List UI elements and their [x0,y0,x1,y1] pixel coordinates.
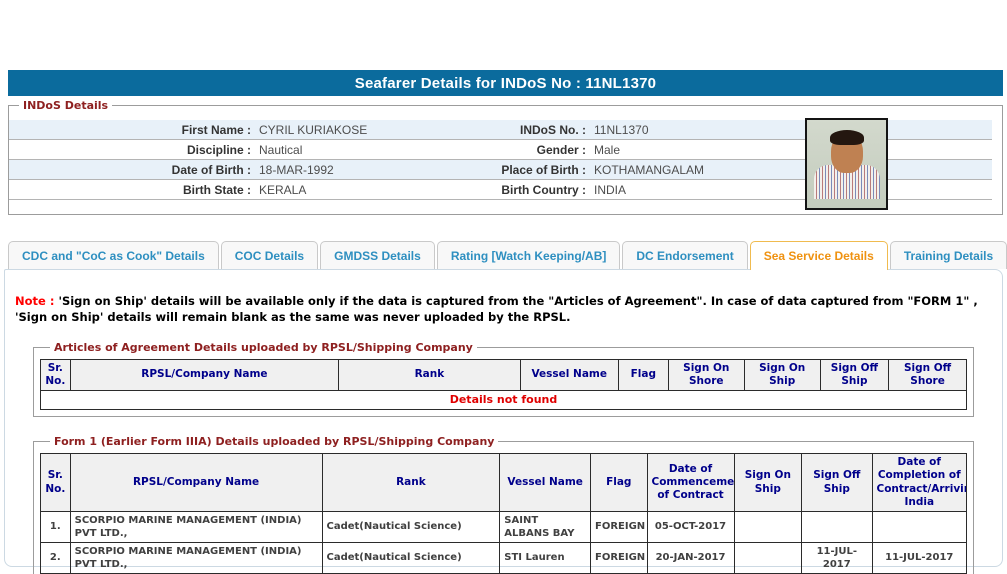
table-row: 2. SCORPIO MARINE MANAGEMENT (INDIA) PVT … [40,541,967,574]
column-header: Rank [321,453,501,512]
photo-hair [829,130,864,145]
field-value: Male [594,142,621,157]
articles-table-head: Sr. No. RPSL/Company Name Rank Vessel Name F… [40,358,967,391]
column-header: RPSL/Company Name [69,453,323,512]
cell [871,510,967,543]
note-text: Note : 'Sign on Ship' details will be av… [15,294,992,326]
field-value: 18-MAR-1992 [259,162,334,177]
cell: 11-JUL-2017 [801,541,873,574]
field-label: Birth State : [182,182,251,197]
tab-rating-watch-keeping-ab[interactable]: Rating [Watch Keeping/AB] [436,241,621,269]
field-value: KERALA [259,182,307,197]
field-value: KOTHAMANGALAM [594,162,705,177]
cell: FOREIGN [590,510,648,543]
cell: SCORPIO MARINE MANAGEMENT (INDIA) PVT LT… [69,541,323,574]
column-header: RPSL/Company Name [69,358,340,391]
cell: 2. [40,541,71,574]
column-header: Flag [617,358,669,391]
articles-of-agreement-table: Sr. No. RPSL/Company Name Rank Vessel Name F… [40,358,967,411]
field-label: Discipline : [186,142,251,157]
cell: SAINT ALBANS BAY [499,510,592,543]
column-header: Sign On Ship [743,358,821,391]
column-header: Sign Off Ship [819,358,890,391]
form1-table: Sr. No. RPSL/Company Name Rank Vessel Name F… [40,453,967,574]
form1-table-head: Sr. No. RPSL/Company Name Rank Vessel Name F… [40,453,967,512]
header-row: Sr. No. RPSL/Company Name Rank Vessel Name F… [40,453,967,512]
note-prefix-label: Note : [15,294,59,308]
indos-details-legend: INDoS Details [23,99,109,112]
column-header: Date of Commencement of Contract [646,453,735,512]
cell: 05-OCT-2017 [646,510,735,543]
tab-sea-service-details[interactable]: Sea Service Details [749,241,888,270]
cell: 20-JAN-2017 [646,541,735,574]
tab-training-details[interactable]: Training Details [889,241,1007,269]
table-row: 1. SCORPIO MARINE MANAGEMENT (INDIA) PVT … [40,510,967,543]
empty-row: Details not found [40,389,967,411]
title-bar: Seafarer Details for INDoS No : 11NL1370 [8,70,1003,96]
articles-of-agreement-legend: Articles of Agreement Details uploaded b… [54,340,473,354]
header-row: Sr. No. RPSL/Company Name Rank Vessel Name F… [40,358,967,391]
column-header: Date of Completion of Contract/Arriving … [871,453,967,512]
cell: 1. [40,510,71,543]
column-header: Vessel Name [519,358,619,391]
empty-message: Details not found [40,389,967,411]
column-header: Sr. No. [40,358,71,391]
note-body: 'Sign on Ship' details will be available… [15,294,978,324]
column-header: Flag [590,453,648,512]
tab-gmdss-details[interactable]: GMDSS Details [320,241,435,269]
field-label: Gender : [536,142,586,157]
tab-content-panel: Note : 'Sign on Ship' details will be av… [4,269,1003,574]
tab-coc-details[interactable]: COC Details [220,241,319,269]
field-label: Date of Birth : [171,162,251,177]
column-header: Sign On Shore [667,358,745,391]
column-header: Sign On Ship [733,453,803,512]
cell: FOREIGN [590,541,648,574]
column-header: Sr. No. [40,453,71,512]
cell: 11-JUL-2017 [871,541,967,574]
page-title: Seafarer Details for INDoS No : 11NL1370 [354,74,657,92]
field-label: First Name : [181,122,251,137]
column-header: Rank [338,358,521,391]
field-label: Birth Country : [501,182,586,197]
indos-details-section: INDoS Details First Name : CYRIL KURIAKOS… [8,99,1003,215]
page: Seafarer Details for INDoS No : 11NL1370… [0,0,1007,574]
cell: SCORPIO MARINE MANAGEMENT (INDIA) PVT LT… [69,510,323,543]
field-label: INDoS No. : [520,122,586,137]
field-value: 11NL1370 [594,122,649,137]
tab-dc-endorsement[interactable]: DC Endorsement [622,241,748,269]
seafarer-photo [805,118,888,210]
field-value: Nautical [259,142,303,157]
column-header: Sign Off Shore [888,358,967,391]
tab-bar: CDC and "CoC as Cook" Details COC Details… [8,241,1007,270]
form1-table-body: 1. SCORPIO MARINE MANAGEMENT (INDIA) PVT … [40,510,967,574]
articles-of-agreement-section: Articles of Agreement Details uploaded b… [33,340,974,418]
form1-legend: Form 1 (Earlier Form IIIA) Details uploa… [54,435,495,449]
photo-face [829,130,864,173]
cell [733,510,803,543]
cell: Cadet(Nautical Science) [321,510,501,543]
field-label: Place of Birth : [501,162,586,177]
cell: Cadet(Nautical Science) [321,541,501,574]
articles-table-body: Details not found [40,389,967,411]
column-header: Vessel Name [499,453,592,512]
cell [801,510,873,543]
tab-cdc-and-coc-as-cook-details[interactable]: CDC and "CoC as Cook" Details [8,241,219,269]
form1-section: Form 1 (Earlier Form IIIA) Details uploa… [33,435,974,574]
column-header: Sign Off Ship [801,453,873,512]
cell [733,541,803,574]
cell: STI Lauren [499,541,592,574]
field-value: CYRIL KURIAKOSE [259,122,368,137]
field-value: INDIA [594,182,627,197]
